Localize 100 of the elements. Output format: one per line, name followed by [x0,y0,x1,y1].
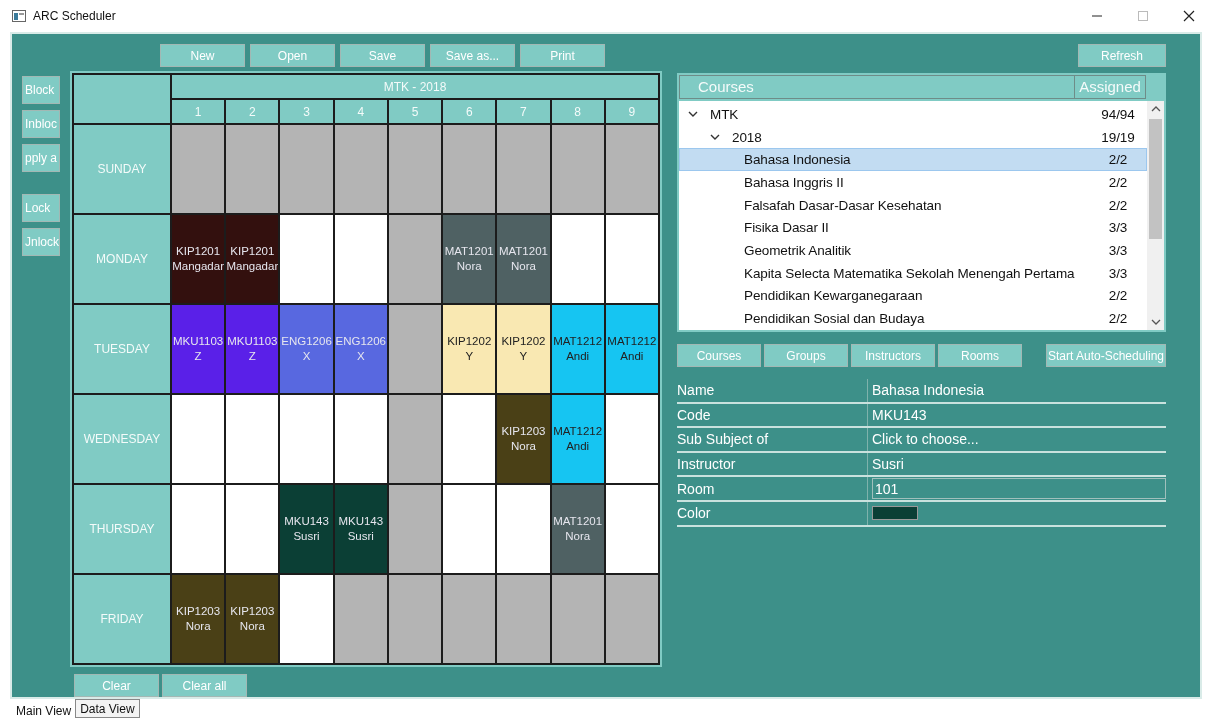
assigned-count: 2/2 [1107,152,1129,168]
course-name: Pendidikan Kewarganegaraan [744,288,924,304]
course-code: KIP1202 [501,334,546,349]
period-header: 9 [605,100,658,123]
day-header: THURSDAY [74,485,170,573]
period-header: 6 [443,100,496,123]
course-code: KIP1203 [230,604,275,619]
course-name: Bahasa Indonesia [744,152,852,168]
instructor-name: X [302,349,311,364]
property-value[interactable]: Bahasa Indonesia [872,382,985,399]
course-name: Falsafah Dasar-Dasar Kesehatan [744,197,943,213]
instructor-name: Z [248,349,256,364]
property-label: Sub Subject of [677,428,868,451]
property-label: Room [677,477,868,500]
course-code: MAT1212 [553,334,603,349]
course-code: MAT1201 [553,514,603,529]
course-block[interactable]: MAT1212 Andi [551,395,604,483]
tree-item[interactable]: Bahasa Inggris II 2/2 [679,171,1147,194]
instructor-name: Andi [620,349,644,364]
course-code: MAT1201 [444,244,494,259]
view-tab[interactable]: Data View [75,699,140,718]
course-block[interactable]: MKU143 Susri [334,485,387,573]
course-block[interactable]: MAT1212 Andi [605,305,658,393]
period-header: 2 [226,100,279,123]
course-block[interactable]: MKU143 Susri [280,485,333,573]
assigned-count: 2/2 [1107,174,1129,190]
course-code: MKU1103 [172,334,224,349]
assigned-count: 3/3 [1107,242,1129,258]
property-label: Code [677,403,868,427]
course-name: Bahasa Inggris II [744,174,845,190]
course-code: KIP1201 [230,244,275,259]
window-title: ARC Scheduler [33,9,116,23]
course-block[interactable]: ENG1206 X [334,305,387,393]
instructor-name: Y [465,349,474,364]
assigned-count: 2/2 [1107,288,1129,304]
assigned-count: 94/94 [1100,106,1136,122]
course-block[interactable]: KIP1203 Nora [497,395,550,483]
course-block[interactable]: KIP1201 Mangadar [226,215,279,303]
period-header: 8 [551,100,604,123]
instructor-name: Nora [565,529,591,544]
instructor-name: Andi [566,349,590,364]
course-code: MKU143 [284,514,329,529]
tree-item[interactable]: Pendidikan Kewarganegaraan 2/2 [679,284,1147,308]
instructor-name: Susri [293,529,320,544]
tree-item[interactable]: Falsafah Dasar-Dasar Kesehatan 2/2 [679,193,1147,217]
course-block[interactable]: MAT1201 Nora [497,215,550,303]
course-block[interactable]: MAT1201 Nora [551,485,604,573]
instructor-name: Nora [456,259,482,274]
course-code: KIP1203 [501,424,546,439]
tree-item[interactable]: Pendidikan Sosial dan Budaya 2/2 [679,307,1147,330]
period-header: 1 [172,100,225,123]
day-header: TUESDAY [74,305,170,393]
tree-item[interactable]: 2018 19/19 [679,125,1147,149]
assigned-count: 2/2 [1107,311,1129,327]
schedule-title: MTK - 2018 [172,75,658,98]
property-label: Instructor [677,452,868,476]
tree-item[interactable]: Kapita Selecta Matematika Sekolah Menengah Pertama 3/3 [679,261,1147,285]
course-name: Pendidikan Sosial dan Budaya [744,311,926,327]
course-block[interactable]: KIP1203 Nora [226,575,279,663]
course-name: 2018 [732,129,763,145]
day-header: WEDNESDAY [74,395,170,483]
property-label: Color [677,501,868,525]
course-block[interactable]: ENG1206 X [280,305,333,393]
course-block[interactable]: MAT1212 Andi [551,305,604,393]
instructor-name: Andi [566,439,590,454]
course-code: MAT1201 [498,244,548,259]
period-header: 4 [334,100,387,123]
property-value[interactable]: Susri [872,456,904,473]
course-name: Geometrik Analitik [744,242,852,258]
course-block[interactable]: MKU1103 Z [226,305,279,393]
course-block[interactable]: KIP1203 Nora [172,575,225,663]
period-header: 3 [280,100,333,123]
course-code: MAT1212 [553,424,603,439]
tree-item[interactable]: Geometrik Analitik 3/3 [679,239,1147,262]
day-header: SUNDAY [74,125,170,213]
course-block[interactable]: KIP1202 Y [443,305,496,393]
tree-item[interactable]: Fisika Dasar II 3/3 [679,216,1147,240]
property-value[interactable]: Click to choose... [872,431,979,448]
instructor-name: Susri [347,529,374,544]
course-code: KIP1203 [176,604,221,619]
course-code: ENG1206 [281,334,332,349]
tree-item[interactable]: MTK 94/94 [679,103,1147,126]
course-block[interactable]: MAT1201 Nora [443,215,496,303]
property-label: Name [677,379,868,402]
assigned-count: 19/19 [1100,129,1136,145]
course-code: MKU1103 [227,334,278,349]
room-field[interactable]: 101 [872,478,1166,500]
instructor-name: Mangadar [172,259,224,274]
property-value[interactable]: MKU143 [872,406,927,423]
course-name: Fisika Dasar II [744,220,830,236]
day-header: FRIDAY [74,575,170,663]
instructor-name: Y [519,349,528,364]
course-block[interactable]: KIP1202 Y [497,305,550,393]
course-block[interactable]: MKU1103 Z [172,305,225,393]
course-name: Kapita Selecta Matematika Sekolah Menengah Pertama [744,265,1076,281]
course-block[interactable]: KIP1201 Mangadar [172,215,225,303]
course-code: ENG1206 [335,334,386,349]
tree-item[interactable]: Bahasa Indonesia 2/2 [679,148,1147,172]
period-header: 5 [388,100,442,123]
instructor-name: Nora [510,259,536,274]
